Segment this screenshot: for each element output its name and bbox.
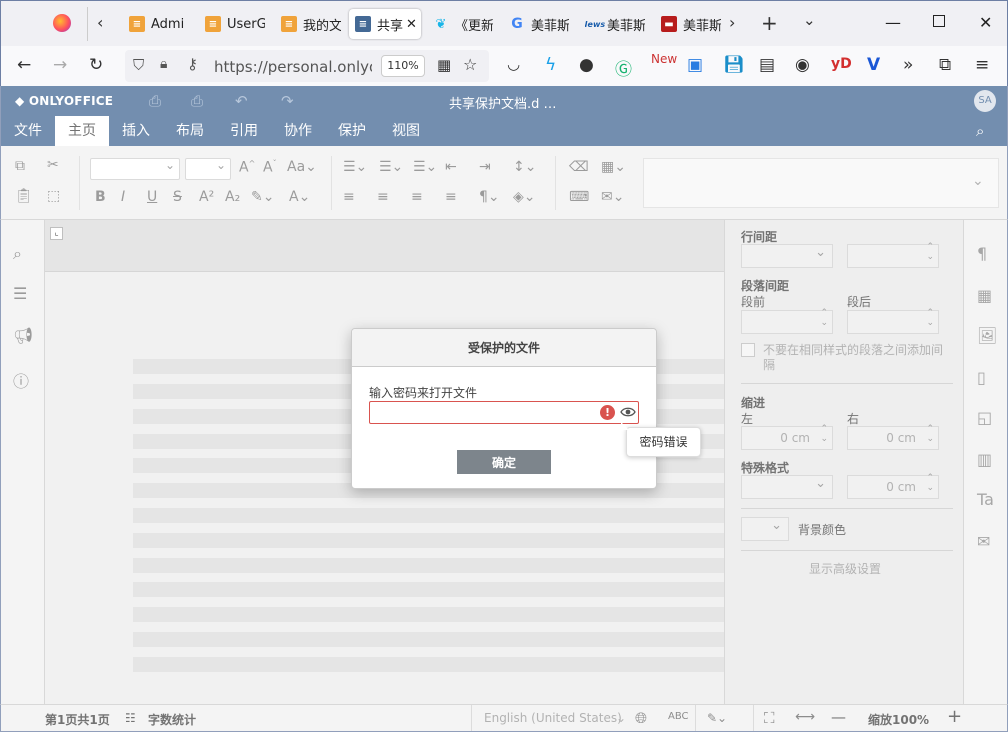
tabs-back-icon[interactable]: ‹: [97, 13, 103, 32]
close-tab-icon[interactable]: ✕: [406, 17, 417, 32]
stack-icon: ≡: [281, 16, 297, 32]
maximize-icon[interactable]: [933, 15, 945, 27]
url-text[interactable]: https://personal.onlyoffi: [214, 58, 372, 76]
tab-userg[interactable]: ≡ UserG: [205, 9, 265, 39]
grammarly-icon[interactable]: Ⓖ: [615, 55, 632, 80]
password-error-tooltip: 密码错误: [621, 422, 701, 457]
extension-dots-icon[interactable]: ●: [579, 55, 594, 75]
browser-nav-bar: ← → ↻ ⛉ 🔒︎ ⚷ https://personal.onlyoffi 1…: [0, 46, 1008, 86]
youdao-icon[interactable]: yD: [831, 56, 852, 72]
bookmark-star-icon[interactable]: ☆: [463, 55, 477, 74]
forward-icon[interactable]: →: [53, 55, 67, 75]
divider: [87, 7, 88, 41]
extensions-icon[interactable]: ⧉: [939, 55, 951, 75]
tab-admin[interactable]: ≡ Admi: [129, 9, 189, 39]
shield-icon[interactable]: ⛉: [133, 56, 144, 74]
wallet-icon[interactable]: ▤: [759, 55, 775, 75]
show-password-icon[interactable]: [620, 404, 636, 420]
tabs-forward-icon[interactable]: ›: [729, 13, 735, 32]
save-icon[interactable]: 💾︎: [723, 55, 745, 75]
lightning-icon[interactable]: ϟ: [545, 55, 556, 75]
minimize-icon[interactable]: —: [885, 13, 901, 32]
news-icon: News: [585, 19, 606, 29]
url-bar[interactable]: ⛉ 🔒︎ ⚷ https://personal.onlyoffi 110% ▦ …: [125, 50, 489, 82]
translate-icon[interactable]: ▣: [687, 55, 703, 75]
document-icon: ≡: [355, 16, 371, 32]
tab-news[interactable]: News美菲斯: [585, 9, 645, 39]
lock-icon[interactable]: 🔒︎: [160, 56, 167, 72]
back-icon[interactable]: ←: [17, 55, 31, 75]
dialog-title: 受保护的文件: [352, 329, 656, 367]
reload-icon[interactable]: ↻: [89, 55, 103, 75]
tab-list-icon[interactable]: ⌄: [803, 11, 816, 29]
new-tab-icon[interactable]: +: [761, 11, 778, 35]
record-icon[interactable]: ◉: [795, 55, 810, 75]
password-dialog: 受保护的文件 输入密码来打开文件 ! 确定: [351, 328, 657, 489]
zoom-badge[interactable]: 110%: [381, 55, 425, 77]
password-input[interactable]: [369, 401, 639, 424]
ok-button[interactable]: 确定: [457, 450, 551, 474]
password-label: 输入密码来打开文件: [369, 386, 478, 400]
v-extension-icon[interactable]: V: [867, 55, 880, 75]
key-icon[interactable]: ⚷: [187, 55, 198, 73]
menu-icon[interactable]: ≡: [975, 55, 989, 75]
qr-code-icon[interactable]: ▦: [437, 56, 451, 74]
close-window-icon[interactable]: ✕: [979, 13, 992, 32]
error-icon: !: [600, 405, 615, 420]
stack-icon: ≡: [129, 16, 145, 32]
tab-red[interactable]: ▬ 美菲斯: [661, 9, 721, 39]
firefox-icon[interactable]: [53, 14, 71, 32]
tab-shared-active[interactable]: ≡ 共享 ✕: [349, 9, 421, 39]
tab-mydoc[interactable]: ≡ 我的文: [281, 9, 341, 39]
bird-icon: ❦: [435, 16, 447, 32]
new-badge-icon[interactable]: New: [651, 52, 677, 66]
tab-google[interactable]: G 美菲斯: [509, 9, 569, 39]
pocket-icon[interactable]: ◡: [507, 55, 520, 73]
red-site-icon: ▬: [661, 16, 677, 32]
stack-icon: ≡: [205, 16, 221, 32]
browser-tab-strip: ‹ ≡Admi ≡UserG ≡我的文 ≡共享 ✕ ❦《更新 G美菲斯 News…: [0, 0, 1008, 46]
google-icon: G: [511, 16, 523, 32]
tab-update[interactable]: ❦ 《更新: [433, 9, 493, 39]
overflow-icon[interactable]: »: [903, 55, 913, 75]
